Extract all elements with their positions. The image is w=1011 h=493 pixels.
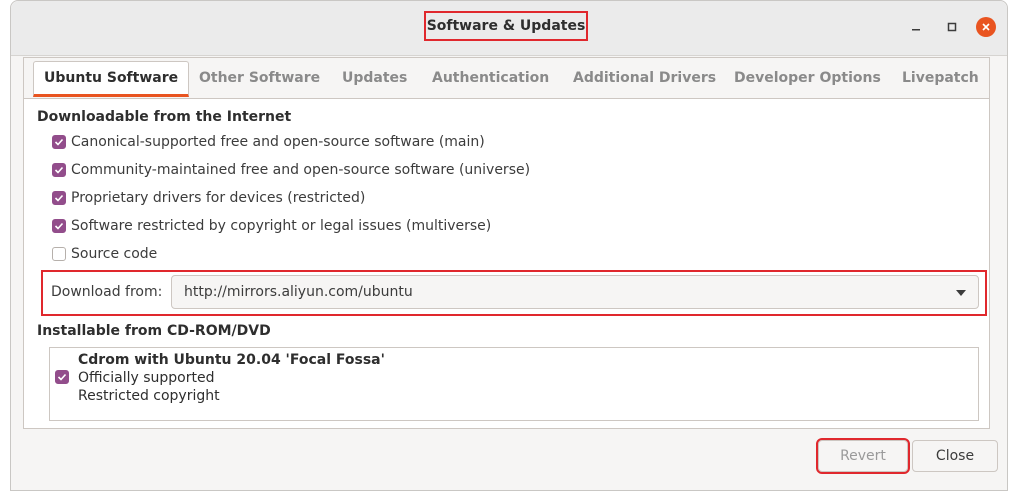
- option-label: Proprietary drivers for devices (restric…: [71, 190, 366, 206]
- tab-authentication[interactable]: Authentication: [432, 62, 549, 94]
- tab-developer-options[interactable]: Developer Options: [734, 62, 881, 94]
- checkbox-checked[interactable]: [52, 191, 66, 205]
- close-button[interactable]: Close: [912, 440, 998, 472]
- dropdown-arrow-icon: [956, 290, 966, 296]
- checkmark-icon: [54, 166, 64, 174]
- cdrom-list: Cdrom with Ubuntu 20.04 'Focal Fossa' Of…: [49, 347, 979, 421]
- checkmark-icon: [54, 194, 64, 202]
- download-from-row: Download from: http://mirrors.aliyun.com…: [41, 270, 987, 316]
- cdrom-entry-support: Officially supported: [78, 370, 215, 386]
- cdrom-entry[interactable]: Cdrom with Ubuntu 20.04 'Focal Fossa' Of…: [78, 351, 385, 405]
- close-icon: [982, 23, 990, 31]
- option-label: Community-maintained free and open-sourc…: [71, 162, 531, 178]
- tab-notebook: Ubuntu Software Other Software Updates A…: [23, 57, 990, 429]
- cdrom-entry-copyright: Restricted copyright: [78, 388, 220, 404]
- checkmark-icon: [57, 373, 67, 381]
- download-from-label: Download from:: [51, 284, 163, 300]
- title-bar[interactable]: Software & Updates: [11, 1, 1007, 56]
- cdrom-checkbox[interactable]: [55, 370, 69, 384]
- cdrom-entry-title: Cdrom with Ubuntu 20.04 'Focal Fossa': [78, 352, 385, 368]
- checkbox-checked[interactable]: [52, 135, 66, 149]
- checkbox-checked[interactable]: [52, 219, 66, 233]
- cdrom-heading: Installable from CD-ROM/DVD: [37, 323, 271, 339]
- option-label: Software restricted by copyright or lega…: [71, 218, 492, 234]
- option-label: Source code: [71, 246, 158, 262]
- option-universe[interactable]: Community-maintained free and open-sourc…: [52, 160, 530, 180]
- close-window-button[interactable]: [976, 17, 996, 37]
- revert-button[interactable]: Revert: [816, 438, 910, 474]
- minimize-icon: [912, 29, 920, 31]
- checkbox-checked[interactable]: [52, 163, 66, 177]
- tab-livepatch[interactable]: Livepatch: [902, 62, 979, 94]
- checkbox-unchecked[interactable]: [52, 247, 66, 261]
- window-title: Software & Updates: [424, 11, 588, 41]
- checkmark-icon: [54, 138, 64, 146]
- checkmark-icon: [54, 222, 64, 230]
- tab-updates[interactable]: Updates: [342, 62, 407, 94]
- tab-bar: Ubuntu Software Other Software Updates A…: [24, 58, 989, 99]
- internet-heading: Downloadable from the Internet: [37, 109, 292, 125]
- maximize-button[interactable]: [942, 17, 962, 37]
- tab-other-software[interactable]: Other Software: [199, 62, 320, 94]
- option-label: Canonical-supported free and open-source…: [71, 134, 485, 150]
- maximize-icon: [947, 22, 957, 32]
- software-updates-window: Software & Updates Ubuntu Software Other…: [10, 0, 1008, 491]
- tab-ubuntu-software[interactable]: Ubuntu Software: [33, 61, 190, 97]
- minimize-button[interactable]: [906, 17, 926, 37]
- option-source-code[interactable]: Source code: [52, 244, 157, 264]
- option-multiverse[interactable]: Software restricted by copyright or lega…: [52, 216, 491, 236]
- download-from-dropdown[interactable]: http://mirrors.aliyun.com/ubuntu: [171, 275, 979, 309]
- download-from-value: http://mirrors.aliyun.com/ubuntu: [184, 284, 413, 300]
- option-main[interactable]: Canonical-supported free and open-source…: [52, 132, 485, 152]
- option-restricted[interactable]: Proprietary drivers for devices (restric…: [52, 188, 365, 208]
- tab-additional-drivers[interactable]: Additional Drivers: [573, 62, 716, 94]
